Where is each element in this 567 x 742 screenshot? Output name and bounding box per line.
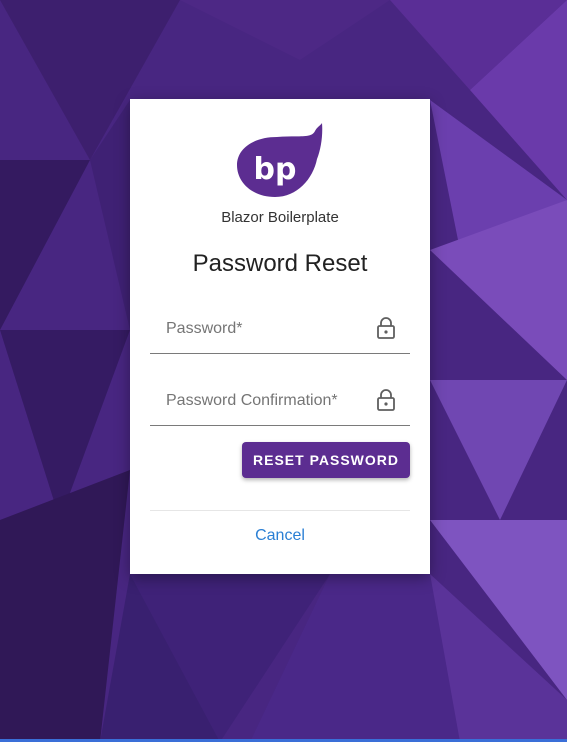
password-confirmation-field[interactable]: [150, 377, 410, 426]
password-reset-card: bp Blazor Boilerplate Password Reset RES…: [130, 99, 430, 574]
cancel-link[interactable]: Cancel: [130, 527, 430, 545]
password-field[interactable]: [150, 305, 410, 354]
page-title: Password Reset: [192, 250, 368, 277]
brand-logo-text: bp: [254, 152, 297, 187]
password-input[interactable]: [150, 305, 410, 353]
password-confirmation-input[interactable]: [150, 377, 410, 425]
brand-logo-icon: bp: [237, 123, 323, 197]
reset-password-button[interactable]: RESET PASSWORD: [242, 442, 410, 478]
brand-name: Blazor Boilerplate: [221, 209, 339, 226]
divider: [150, 510, 410, 511]
lock-icon: [377, 389, 395, 411]
lock-icon: [377, 317, 395, 339]
